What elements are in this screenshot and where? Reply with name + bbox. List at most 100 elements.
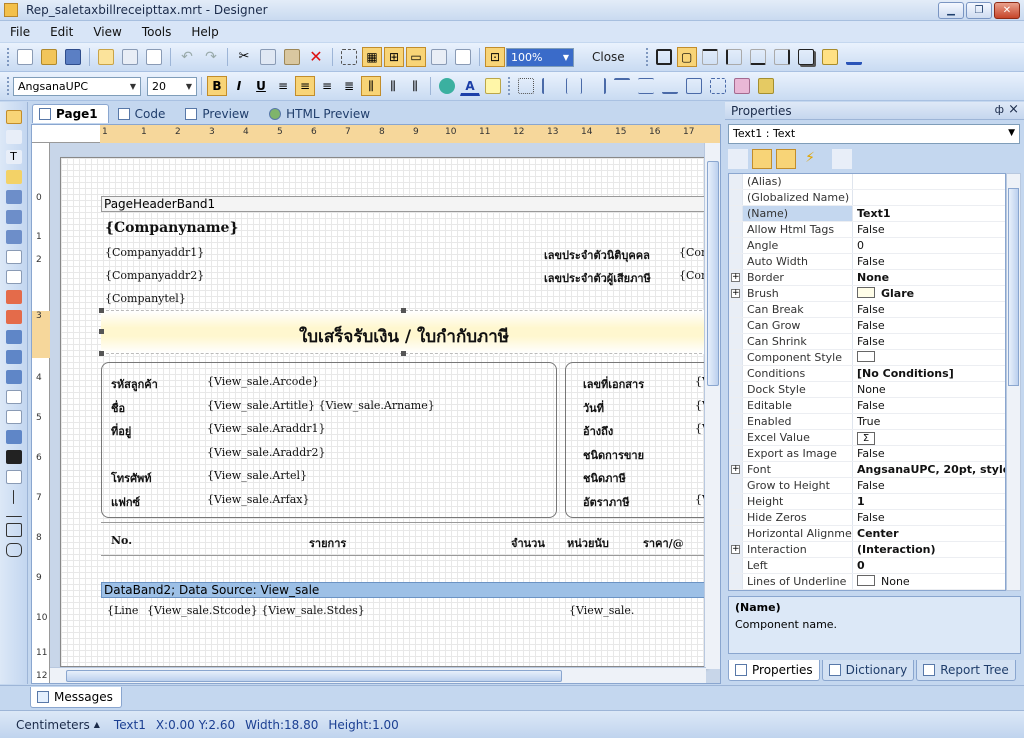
menu-help[interactable]: Help [181,25,228,39]
minimize-button[interactable]: ▁ [938,2,964,19]
alphabetical-icon[interactable] [752,149,772,169]
expand-icon[interactable]: + [731,545,740,554]
page-setup-icon[interactable] [431,49,447,65]
tax-payer-value[interactable]: {Com [679,269,705,282]
property-pages-icon[interactable] [832,149,852,169]
highlight-icon[interactable] [485,78,501,94]
doc-label[interactable]: อัตราภาษี [583,493,630,511]
cust-value[interactable]: {View_sale.Araddr2} [207,446,326,459]
col-no[interactable]: No. [111,534,132,547]
rich-text-icon[interactable] [5,290,22,304]
maximize-button[interactable]: ❐ [966,2,992,19]
hand-tool-icon[interactable] [5,130,22,144]
justify-button[interactable]: ≣ [339,76,359,96]
toolbar-grip[interactable] [7,48,10,66]
vertical-top-button[interactable]: ⫼ [361,76,381,96]
tab-page1[interactable]: Page1 [32,104,109,123]
center-icon[interactable] [710,78,726,94]
property-row[interactable]: Excel Value Σ [729,430,1005,446]
tax-id-label[interactable]: เลขประจำตัวนิติบุคคล [544,246,650,264]
column-header-row[interactable] [101,522,705,556]
border-right-icon[interactable] [773,49,790,65]
menu-edit[interactable]: Edit [40,25,83,39]
border-all-icon[interactable] [655,49,672,65]
property-row[interactable]: +FontAngsanaUPC, 20pt, style=Bo [729,462,1005,478]
selection-handle[interactable] [99,351,104,356]
vertical-scrollbar[interactable] [704,143,720,669]
same-size-icon[interactable] [686,78,702,94]
property-row[interactable]: Export as Image False [729,446,1005,462]
barcode-icon[interactable] [5,450,22,464]
align-left-button[interactable]: ≡ [273,76,293,96]
selection-handle[interactable] [401,308,406,313]
cross-band-icon[interactable] [5,210,22,224]
property-row[interactable]: Enabled True [729,414,1005,430]
align-tops-icon[interactable] [614,78,630,94]
shape-icon[interactable] [5,470,22,484]
property-row[interactable]: Can Grow False [729,318,1005,334]
tax-id-value[interactable]: {Com [679,246,705,259]
property-row[interactable]: + Brush Glare [729,286,1005,302]
col-item[interactable]: รายการ [309,534,346,552]
property-row[interactable]: + Interaction (Interaction) [729,542,1005,558]
shadow-icon[interactable] [797,49,814,65]
menu-view[interactable]: View [83,25,131,39]
select-all-icon[interactable] [341,49,357,65]
border-bottom-icon[interactable] [749,49,766,65]
align-lefts-icon[interactable] [542,78,558,94]
cust-label[interactable]: โทรศัพท์ [111,469,152,487]
cust-value[interactable]: {View_sale.Artel} [207,469,307,482]
border-color-icon[interactable] [845,49,862,65]
delete-page-icon[interactable] [146,49,162,65]
doc-label[interactable]: วันที่ [583,399,604,417]
property-row[interactable]: Editable False [729,398,1005,414]
property-row[interactable]: Horizontal Alignment Center [729,526,1005,542]
close-icon[interactable]: × [1008,102,1019,117]
text-component-icon[interactable] [5,270,22,284]
subreport-icon[interactable] [5,230,22,244]
tab-properties[interactable]: Properties [728,660,820,681]
property-row[interactable]: Hide Zeros False [729,510,1005,526]
menu-tools[interactable]: Tools [132,25,182,39]
expand-icon[interactable]: + [731,289,740,298]
zoom-select[interactable]: 100% ▼ [506,47,574,67]
close-button[interactable]: Close [574,50,643,64]
open-icon[interactable] [41,49,57,65]
font-size-select[interactable]: 20 ▼ [147,76,197,96]
cut-icon[interactable]: ✂ [236,49,252,65]
sale-field[interactable]: {View_sale. [569,604,634,617]
delete-icon[interactable]: ✕ [308,49,324,65]
expand-icon[interactable]: + [731,273,740,282]
picture-icon[interactable] [5,430,22,444]
cust-label[interactable]: รหัสลูกค้า [111,375,158,393]
new-page-icon[interactable] [98,49,114,65]
border-top-icon[interactable] [701,49,718,65]
col-price[interactable]: ราคา/@ [643,534,684,552]
chart-icon[interactable] [5,390,22,404]
copy-page-icon[interactable] [122,49,138,65]
band-tool-icon[interactable] [5,190,22,204]
pin-icon[interactable]: ф [995,103,1004,116]
align-right-button[interactable]: ≡ [317,76,337,96]
property-row[interactable]: Conditions [No Conditions] [729,366,1005,382]
show-headers-button[interactable]: ▭ [406,47,426,67]
property-row[interactable]: Height 1 [729,494,1005,510]
horizontal-line-icon[interactable] [5,516,22,517]
property-row[interactable]: Left 0 [729,558,1005,574]
save-icon[interactable] [65,49,81,65]
new-icon[interactable] [17,49,33,65]
paste-icon[interactable] [284,49,300,65]
tab-messages[interactable]: Messages [30,687,122,708]
tab-preview[interactable]: Preview [178,104,260,123]
text-tool-icon[interactable]: T [5,150,22,164]
property-row[interactable]: Can Shrink False [729,334,1005,350]
italic-button[interactable]: I [229,76,249,96]
property-row[interactable]: Allow Html Tags False [729,222,1005,238]
page-header-band[interactable]: PageHeaderBand1 [101,196,705,212]
page-icon[interactable] [5,250,22,264]
customer-frame[interactable] [101,362,557,518]
property-row[interactable]: Angle 0 [729,238,1005,254]
property-row[interactable]: (Globalized Name) [729,190,1005,206]
copy-icon[interactable] [260,49,276,65]
align-to-grid-button[interactable]: ⊞ [384,47,404,67]
